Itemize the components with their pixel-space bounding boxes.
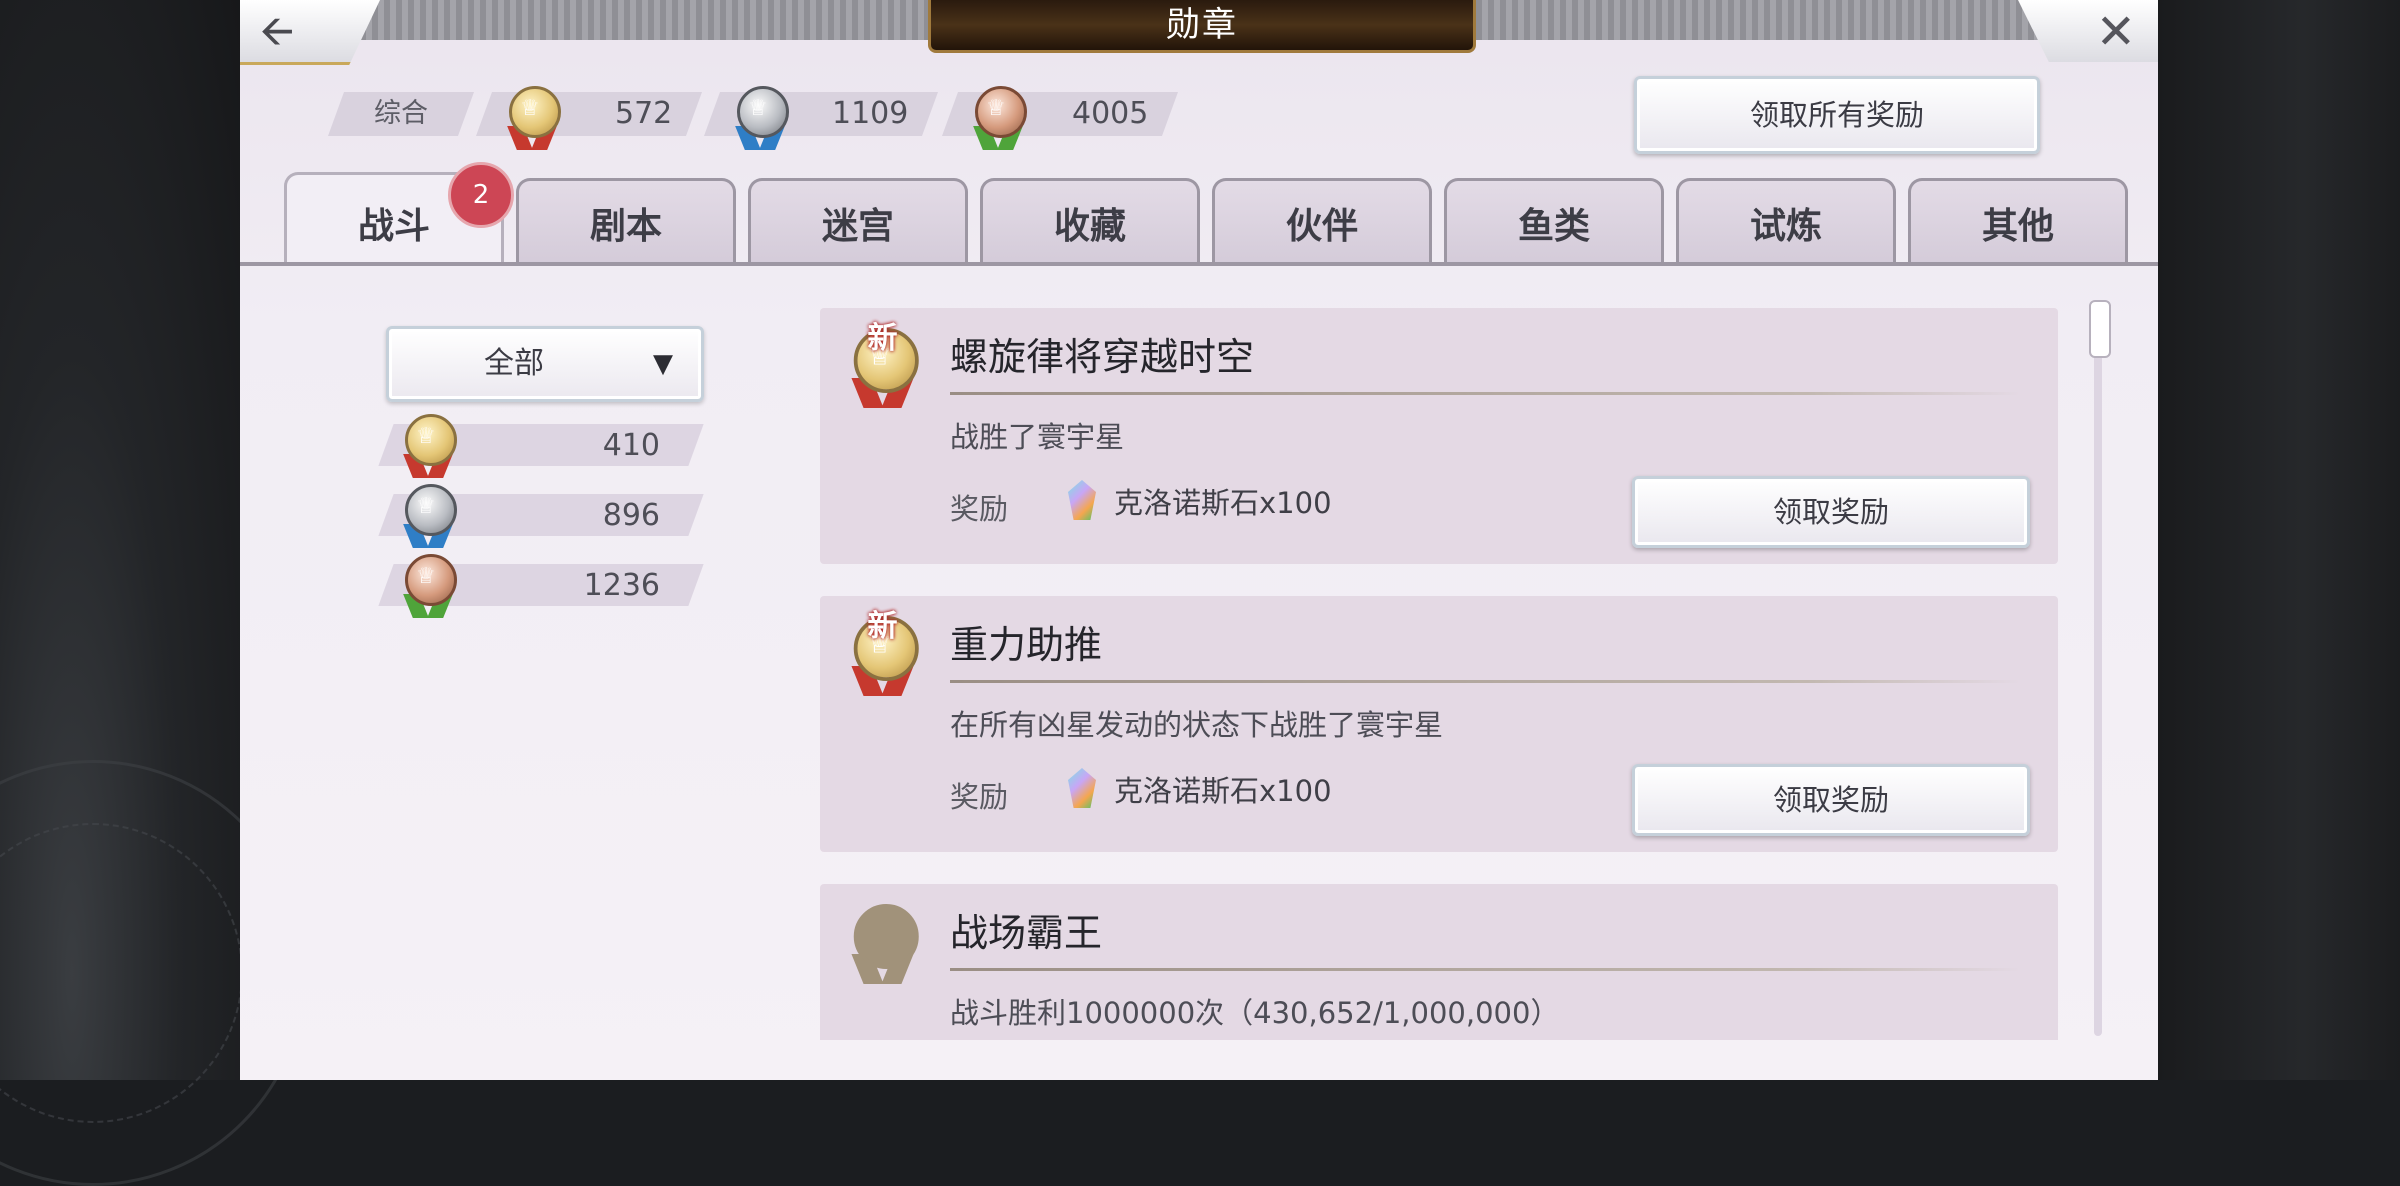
- medal-panel: 🡨 勋章 ✕ 综合 572 ♕ 1109 ♕ 4005 ♕ 领取所有奖励 战斗 …: [240, 0, 2158, 1080]
- chronos-stone-icon: [1068, 768, 1096, 808]
- close-icon: ✕: [2095, 4, 2136, 60]
- gold-medal-icon: ♕ 新: [850, 609, 919, 696]
- tab-divider: [240, 262, 2158, 266]
- count-bronze: ♕ 1236: [378, 554, 704, 618]
- gold-medal-icon: ♕ 新: [850, 321, 919, 408]
- arrow-left-icon: 🡨: [260, 6, 295, 55]
- claim-reward-button[interactable]: 领取奖励: [1632, 476, 2030, 548]
- count-gold: ♕ 410: [378, 414, 704, 478]
- achievement-card: ♕ 新 重力助推 在所有凶星发动的状态下战胜了寰宇星 奖励 克洛诺斯石x100 …: [820, 596, 2058, 852]
- tab-fish[interactable]: 鱼类: [1444, 178, 1664, 265]
- tab-collection[interactable]: 收藏: [980, 178, 1200, 265]
- tab-trial[interactable]: 试炼: [1676, 178, 1896, 265]
- tab-scenario[interactable]: 剧本: [516, 178, 736, 265]
- achievement-list[interactable]: ♕ 新 螺旋律将穿越时空 战胜了寰宇星 奖励 克洛诺斯石x100 领取奖励 ♕ …: [820, 308, 2060, 1040]
- new-tag: 新: [867, 608, 898, 644]
- back-button[interactable]: 🡨: [240, 0, 380, 65]
- achievement-card: ♕ 新 螺旋律将穿越时空 战胜了寰宇星 奖励 克洛诺斯石x100 领取奖励: [820, 308, 2058, 564]
- claim-all-button[interactable]: 领取所有奖励: [1634, 76, 2040, 154]
- gold-medal-icon: ♕: [402, 414, 457, 478]
- reward-label: 奖励: [950, 780, 1009, 814]
- tab-dungeon[interactable]: 迷宫: [748, 178, 968, 265]
- silver-medal-icon: ♕: [402, 484, 457, 548]
- achievement-name: 重力助推: [950, 623, 1103, 667]
- new-tag: 新: [867, 320, 898, 356]
- achievement-desc: 在所有凶星发动的状态下战胜了寰宇星: [950, 708, 1444, 742]
- category-tabs: 战斗 剧本 迷宫 收藏 伙伴 鱼类 试炼 其他: [284, 172, 2158, 268]
- achievement-card: 战场霸王 战斗胜利1000000次（430,652/1,000,000）: [820, 884, 2058, 1040]
- achievement-name: 战场霸王: [950, 911, 1103, 955]
- tab-other[interactable]: 其他: [1908, 178, 2128, 265]
- caret-down-icon: ▼: [653, 349, 673, 379]
- totals-label: 综合: [327, 92, 475, 136]
- filter-dropdown[interactable]: 全部 ▼: [386, 326, 704, 402]
- close-button[interactable]: ✕: [2018, 0, 2158, 62]
- chronos-stone-icon: [1068, 480, 1096, 520]
- notification-badge: 2: [448, 162, 514, 228]
- reward-text: 克洛诺斯石x100: [1114, 774, 1332, 808]
- page-title: 勋章: [1166, 5, 1238, 45]
- bronze-medal-icon: ♕: [402, 554, 457, 618]
- reward-label: 奖励: [950, 492, 1009, 526]
- title-plate: 勋章: [928, 0, 1476, 53]
- scrollbar-track[interactable]: [2094, 302, 2102, 1036]
- bronze-medal-icon: ♕: [972, 86, 1027, 150]
- silver-medal-icon: ♕: [734, 86, 789, 150]
- achievement-desc: 战胜了寰宇星: [950, 420, 1125, 454]
- scrollbar-thumb[interactable]: [2089, 300, 2111, 358]
- count-silver: ♕ 896: [378, 484, 704, 548]
- reward-text: 克洛诺斯石x100: [1114, 486, 1332, 520]
- tab-companion[interactable]: 伙伴: [1212, 178, 1432, 265]
- right-background: [2158, 0, 2400, 1080]
- achievement-desc: 战斗胜利1000000次（430,652/1,000,000）: [950, 996, 1560, 1030]
- achievement-name: 螺旋律将穿越时空: [950, 335, 1255, 379]
- locked-medal-icon: [850, 904, 919, 984]
- gold-medal-icon: ♕: [506, 86, 561, 150]
- claim-reward-button[interactable]: 领取奖励: [1632, 764, 2030, 836]
- left-background: [0, 0, 306, 1186]
- filter-value: 全部: [484, 346, 544, 381]
